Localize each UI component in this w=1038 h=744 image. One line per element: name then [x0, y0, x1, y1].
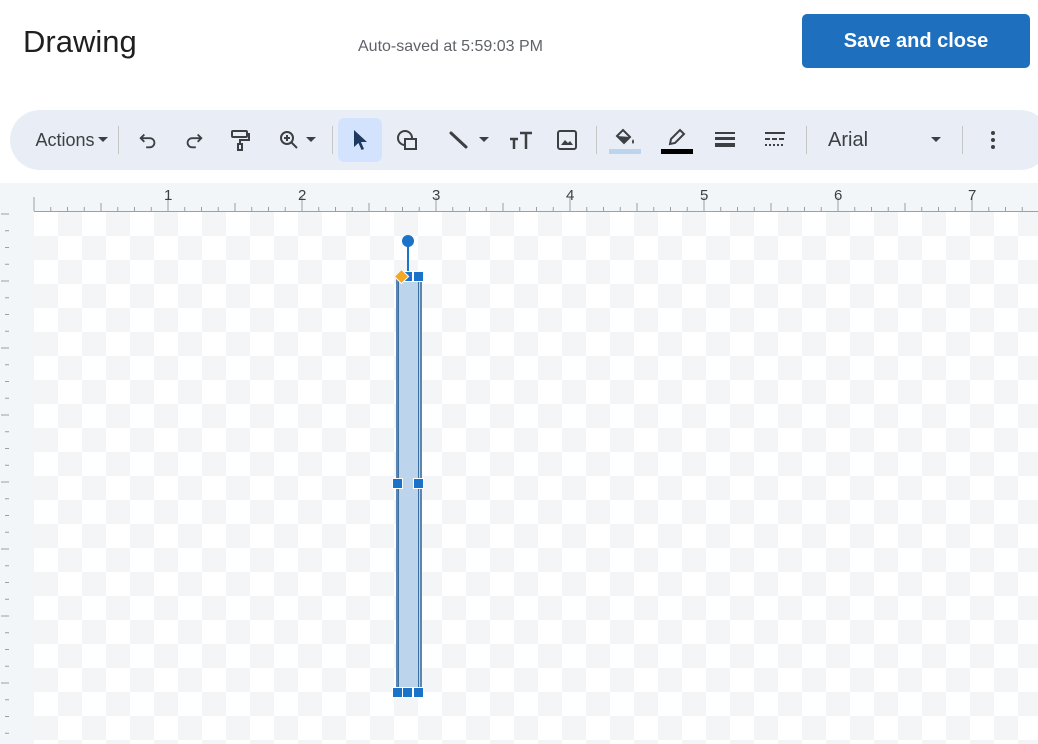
fill-color-swatch — [609, 148, 641, 154]
border-color-swatch — [661, 148, 693, 154]
autosave-status: Auto-saved at 5:59:03 PM — [358, 38, 543, 55]
redo-button[interactable] — [178, 118, 210, 162]
vertical-ruler-ticks — [1, 213, 9, 734]
undo-button[interactable] — [132, 118, 164, 162]
line-icon — [449, 131, 468, 149]
shape-icon — [397, 130, 417, 150]
toolbar: Actions Arial — [10, 110, 1038, 170]
drawing-canvas[interactable] — [34, 212, 1038, 744]
text-box-icon — [510, 131, 532, 149]
undo-icon — [139, 133, 156, 149]
toolbar-divider — [118, 126, 119, 154]
resize-handle-right[interactable] — [413, 478, 424, 489]
toolbar-divider — [596, 126, 597, 154]
font-family-select[interactable]: Arial — [818, 118, 952, 162]
paint-format-icon — [231, 130, 250, 151]
ruler-label: 6 — [834, 187, 843, 204]
rotation-handle[interactable] — [402, 235, 414, 247]
ruler-label: 3 — [432, 187, 441, 204]
select-icon — [354, 130, 367, 150]
border-weight-button[interactable] — [708, 118, 742, 162]
redo-icon — [186, 133, 203, 149]
resize-handle-top-right[interactable] — [413, 271, 424, 282]
fill-color-icon — [615, 128, 634, 144]
select-tool-button[interactable] — [338, 118, 382, 162]
page-title: Drawing — [23, 24, 137, 59]
resize-handle-left[interactable] — [392, 478, 403, 489]
chevron-down-icon — [306, 137, 316, 142]
border-color-icon — [668, 128, 686, 145]
toolbar-divider — [332, 126, 333, 154]
border-weight-icon — [715, 132, 735, 147]
ruler-label: 1 — [164, 187, 173, 204]
chevron-down-icon — [97, 137, 108, 142]
actions-label: Actions — [35, 129, 95, 150]
vertical-ruler — [0, 212, 34, 744]
horizontal-ruler: 1 2 3 4 5 6 7 — [0, 183, 1038, 212]
zoom-button[interactable] — [270, 118, 324, 162]
border-dash-icon — [765, 132, 785, 146]
more-icon — [991, 131, 995, 149]
actions-menu[interactable]: Actions — [24, 118, 120, 162]
ruler-ticks — [33, 197, 1023, 211]
zoom-icon — [280, 131, 298, 149]
line-tool-button[interactable] — [438, 118, 498, 162]
font-family-value: Arial — [828, 128, 869, 151]
resize-handle-bottom[interactable] — [402, 687, 413, 698]
ruler-label: 2 — [298, 187, 307, 204]
toolbar-divider — [806, 126, 807, 154]
ruler-label: 5 — [700, 187, 709, 204]
shape-tool-button[interactable] — [392, 118, 424, 162]
fill-color-button[interactable] — [606, 118, 644, 162]
chevron-down-icon — [479, 137, 489, 142]
drawing-editor: Drawing Auto-saved at 5:59:03 PM Save an… — [0, 0, 1038, 744]
more-options-button[interactable] — [976, 118, 1010, 162]
border-dash-button[interactable] — [758, 118, 792, 162]
toolbar-divider — [962, 126, 963, 154]
ruler-label: 4 — [566, 187, 575, 204]
text-box-button[interactable] — [504, 118, 538, 162]
border-color-button[interactable] — [658, 118, 696, 162]
ruler-label: 7 — [968, 187, 977, 204]
resize-handle-bottom-right[interactable] — [413, 687, 424, 698]
save-and-close-button[interactable]: Save and close — [802, 14, 1030, 68]
chevron-down-icon — [931, 137, 941, 142]
paint-format-button[interactable] — [224, 118, 256, 162]
image-icon — [557, 130, 577, 150]
insert-image-button[interactable] — [550, 118, 584, 162]
